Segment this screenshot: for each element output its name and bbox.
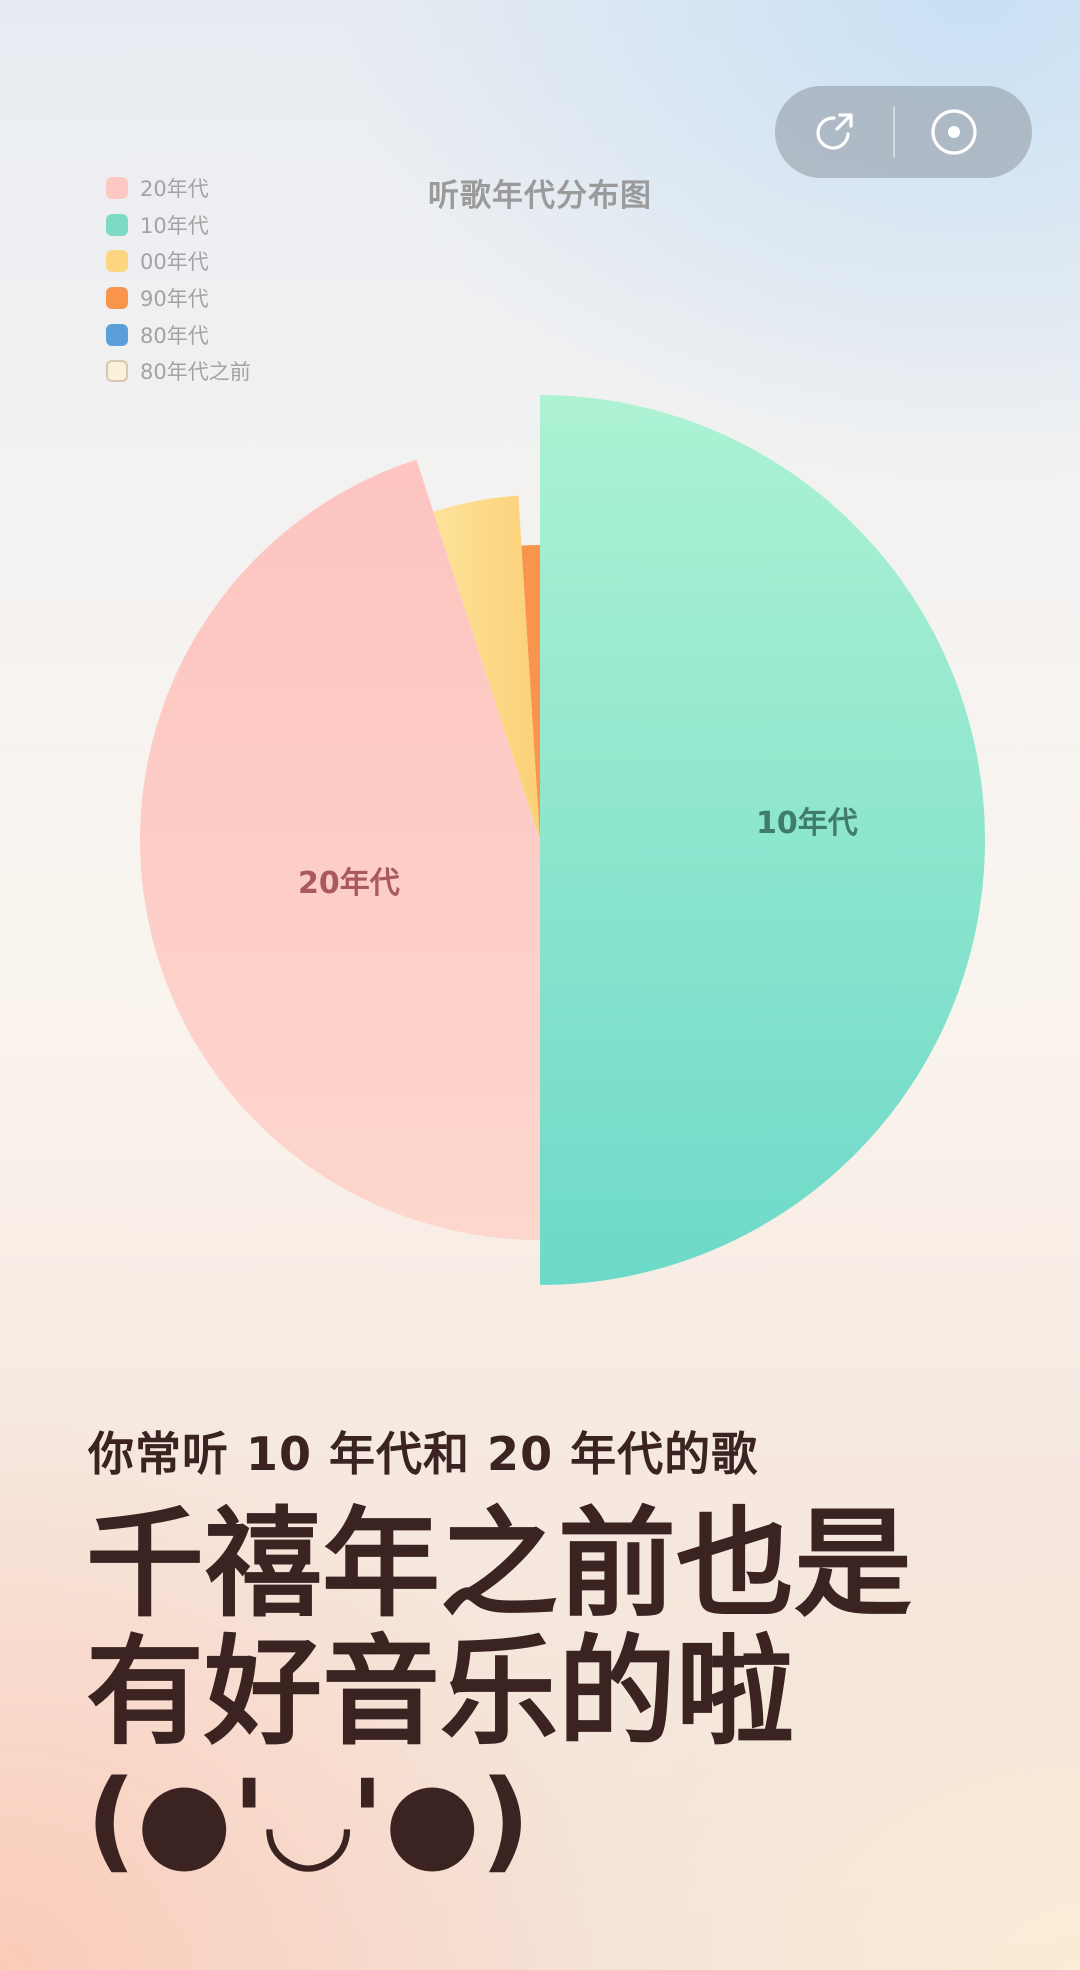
slice-label-10s: 10年代 [756, 806, 858, 841]
headline-line: 有好音乐的啦 [86, 1623, 795, 1761]
summary-subtitle: 你常听 10 年代和 20 年代的歌 [88, 1427, 759, 1481]
headline-line: 千禧年之前也是 [86, 1495, 913, 1633]
pie-chart [140, 395, 985, 1285]
headline-emoticon: (●'◡'●) [86, 1756, 531, 1884]
slice-label-20s: 20年代 [298, 866, 400, 901]
summary-headline: 千禧年之前也是 有好音乐的啦 (●'◡'●) [86, 1500, 986, 1884]
